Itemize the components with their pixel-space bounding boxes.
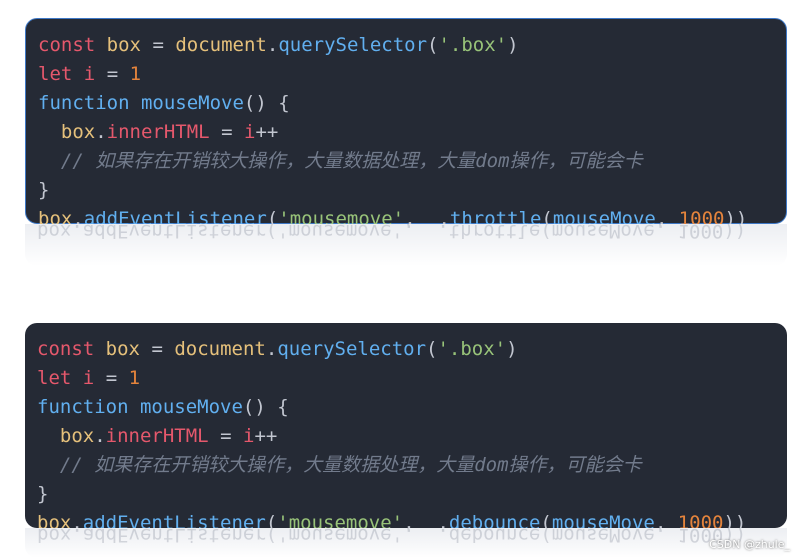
token-variable: i xyxy=(242,425,255,447)
code-line-5: // 如果存在开销较大操作，大量数据处理，大量dom操作，可能会卡 xyxy=(38,147,774,176)
token-operator: = xyxy=(220,425,232,447)
code-line-3: function mouseMove() { xyxy=(37,393,775,422)
token-brace: } xyxy=(37,483,49,505)
token-operator: = xyxy=(105,367,118,389)
token-method: querySelector xyxy=(277,338,427,360)
token-variable: i xyxy=(243,121,256,143)
token-number: 1 xyxy=(128,367,141,389)
code-block-throttle: const box = document.querySelector('.box… xyxy=(25,18,787,230)
token-paren: ( xyxy=(427,34,439,56)
token-dot: . xyxy=(95,121,107,143)
code-line-4: box.innerHTML = i++ xyxy=(38,118,774,147)
token-paren: ( xyxy=(426,338,438,360)
reflection-text: box.addEventListener('mousemove', _.debo… xyxy=(37,528,747,546)
code-line-2: let i = 1 xyxy=(37,364,775,393)
token-paren: () xyxy=(242,396,266,418)
code-block-debounce: const box = document.querySelector('.box… xyxy=(25,323,787,534)
code-line-1: const box = document.querySelector('.box… xyxy=(38,31,774,60)
token-keyword: function xyxy=(37,396,129,418)
token-variable: box xyxy=(105,338,140,360)
code-line-4: box.innerHTML = i++ xyxy=(37,422,775,451)
token-keyword: function xyxy=(38,92,130,114)
token-dot: . xyxy=(94,425,106,447)
code-line-6: } xyxy=(37,480,775,509)
watermark: CSDN @zhule_ xyxy=(709,538,790,551)
token-variable: box xyxy=(60,121,96,143)
token-keyword: const xyxy=(38,34,96,56)
token-function-name: mouseMove xyxy=(139,396,243,418)
code-line-1: const box = document.querySelector('.box… xyxy=(37,335,775,364)
token-brace: } xyxy=(38,179,50,201)
token-variable: box xyxy=(106,34,141,56)
token-keyword: let xyxy=(38,63,73,85)
token-keyword: const xyxy=(37,338,95,360)
code-line-3: function mouseMove() { xyxy=(38,89,774,118)
token-property: innerHTML xyxy=(106,121,210,143)
token-operator: ++ xyxy=(254,425,278,447)
token-keyword: let xyxy=(37,367,72,389)
code-block-reflection: box.addEventListener('mousemove', _.thro… xyxy=(25,224,787,266)
token-object: document xyxy=(175,34,267,56)
token-paren: () xyxy=(243,92,267,114)
token-dot: . xyxy=(265,338,278,360)
token-dot: . xyxy=(266,34,279,56)
reflection-text: box.addEventListener('mousemove', _.thro… xyxy=(37,224,747,242)
token-method: querySelector xyxy=(278,34,428,56)
token-property: innerHTML xyxy=(105,425,209,447)
token-number: 1 xyxy=(129,63,142,85)
token-comment: // 如果存在开销较大操作，大量数据处理，大量dom操作，可能会卡 xyxy=(59,454,642,476)
code-block-reflection: box.addEventListener('mousemove', _.debo… xyxy=(25,528,787,558)
token-brace: { xyxy=(278,92,290,114)
code-line-6: } xyxy=(38,176,774,205)
token-function-name: mouseMove xyxy=(140,92,244,114)
token-operator: ++ xyxy=(255,121,279,143)
token-variable: i xyxy=(83,63,96,85)
token-paren: ) xyxy=(506,338,518,360)
code-line-5: // 如果存在开销较大操作，大量数据处理，大量dom操作，可能会卡 xyxy=(37,451,775,480)
token-string: '.box' xyxy=(437,338,507,360)
token-variable: i xyxy=(82,367,95,389)
token-operator: = xyxy=(151,338,163,360)
code-line-2: let i = 1 xyxy=(38,60,774,89)
token-object: document xyxy=(174,338,266,360)
token-string: '.box' xyxy=(438,34,508,56)
token-paren: ) xyxy=(507,34,519,56)
token-comment: // 如果存在开销较大操作，大量数据处理，大量dom操作，可能会卡 xyxy=(60,150,643,172)
token-operator: = xyxy=(221,121,233,143)
token-variable: box xyxy=(59,425,95,447)
token-brace: { xyxy=(277,396,289,418)
token-operator: = xyxy=(152,34,164,56)
token-operator: = xyxy=(106,63,119,85)
